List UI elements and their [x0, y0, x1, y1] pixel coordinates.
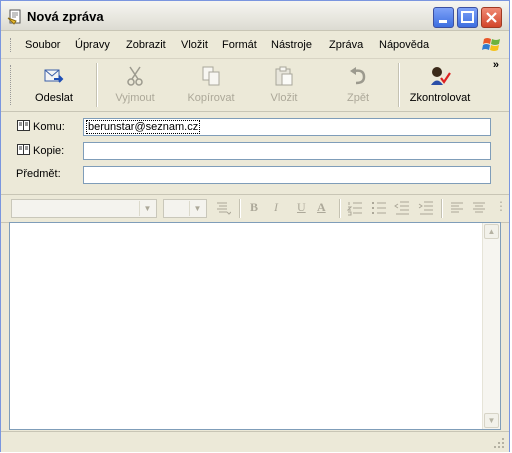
- align-center-icon[interactable]: [471, 200, 487, 216]
- bold-button[interactable]: B: [250, 200, 258, 215]
- numbered-list-icon[interactable]: [347, 200, 363, 216]
- close-icon: [486, 12, 497, 23]
- message-window: Nová zpráva Soubor Úpravy Zobrazit Vloži…: [0, 0, 510, 452]
- cc-label: Kopie:: [33, 145, 65, 157]
- scroll-down-icon[interactable]: ▼: [484, 413, 499, 428]
- format-separator: [441, 199, 443, 218]
- toolbar-grip: [10, 65, 14, 105]
- to-row: Komu: berunstar@seznam.cz: [1, 117, 509, 137]
- check-names-icon: [431, 67, 451, 85]
- cc-button[interactable]: Kopie:: [17, 144, 64, 157]
- copy-icon: [202, 66, 220, 86]
- formatting-toolbar: ▼ ▼ B I U A ⋮: [1, 194, 509, 223]
- underline-button[interactable]: U: [297, 200, 306, 215]
- maximize-icon: [461, 11, 474, 23]
- menu-format[interactable]: Formát: [222, 39, 257, 51]
- toolbar-separator: [398, 63, 400, 107]
- to-button[interactable]: Komu:: [17, 120, 65, 133]
- check-names-label: Zkontrolovat: [409, 92, 471, 104]
- font-select[interactable]: ▼: [11, 199, 157, 218]
- to-value: berunstar@seznam.cz: [86, 120, 201, 134]
- toolbar-separator: [96, 63, 98, 107]
- to-input[interactable]: berunstar@seznam.cz: [83, 118, 491, 136]
- undo-label: Zpět: [346, 92, 369, 104]
- cut-label: Vyjmout: [115, 92, 155, 104]
- window-title: Nová zpráva: [27, 9, 104, 24]
- italic-button[interactable]: I: [274, 200, 278, 215]
- menu-soubor[interactable]: Soubor: [25, 39, 60, 51]
- format-separator: [239, 199, 241, 218]
- message-body-editor[interactable]: ▲ ▼: [9, 222, 501, 430]
- toolbar: Odeslat Vyjmout Kopírovat Vložit Zpět Zk…: [1, 59, 509, 112]
- copy-label: Kopírovat: [187, 92, 235, 104]
- scissors-icon: [127, 66, 143, 86]
- to-label: Komu:: [33, 121, 65, 133]
- address-book-icon: [17, 144, 30, 155]
- close-button[interactable]: [481, 7, 502, 28]
- menu-upravy[interactable]: Úpravy: [75, 39, 110, 51]
- menubar-grip: [10, 38, 14, 52]
- paste-label: Vložit: [270, 92, 298, 104]
- copy-button[interactable]: Kopírovat: [181, 62, 241, 108]
- send-icon: [44, 69, 64, 83]
- send-button[interactable]: Odeslat: [25, 62, 83, 108]
- resize-grip-icon[interactable]: [493, 437, 505, 449]
- font-color-button[interactable]: A: [317, 200, 326, 215]
- minimize-button[interactable]: [433, 7, 454, 28]
- title-bar[interactable]: Nová zpráva: [1, 1, 509, 31]
- cut-button[interactable]: Vyjmout: [107, 62, 163, 108]
- align-left-icon[interactable]: [449, 200, 465, 216]
- menu-nastroje[interactable]: Nástroje: [271, 39, 312, 51]
- maximize-button[interactable]: [457, 7, 478, 28]
- chevron-down-icon: ▼: [189, 201, 205, 216]
- menu-vlozit[interactable]: Vložit: [181, 39, 208, 51]
- decrease-indent-icon[interactable]: [394, 200, 410, 216]
- menu-zprava[interactable]: Zpráva: [329, 39, 363, 51]
- address-book-icon: [17, 120, 30, 131]
- minimize-icon: [439, 20, 447, 23]
- cc-input[interactable]: [83, 142, 491, 160]
- windows-logo-icon: [482, 38, 500, 51]
- undo-button[interactable]: Zpět: [333, 62, 383, 108]
- bullet-list-icon[interactable]: [371, 200, 387, 216]
- undo-icon: [350, 67, 366, 85]
- check-names-button[interactable]: Zkontrolovat: [405, 62, 475, 108]
- send-label: Odeslat: [35, 92, 73, 104]
- subject-input[interactable]: [83, 166, 491, 184]
- chevron-down-icon: ▼: [139, 201, 155, 216]
- toolbar-overflow-chevron[interactable]: »: [493, 59, 499, 71]
- paste-button[interactable]: Vložit: [259, 62, 309, 108]
- paste-icon: [275, 66, 293, 86]
- format-overflow-icon[interactable]: ⋮: [495, 199, 507, 213]
- new-message-icon: [7, 9, 21, 25]
- menu-bar: Soubor Úpravy Zobrazit Vložit Formát Nás…: [1, 32, 509, 59]
- cc-row: Kopie:: [1, 141, 509, 161]
- subject-row: Předmět:: [1, 165, 509, 185]
- status-bar: [1, 431, 509, 452]
- font-size-select[interactable]: ▼: [163, 199, 207, 218]
- address-fields: Komu: berunstar@seznam.cz Kopie: Předmět…: [1, 112, 509, 192]
- increase-indent-icon[interactable]: [418, 200, 434, 216]
- vertical-scrollbar[interactable]: ▲ ▼: [482, 223, 500, 429]
- scroll-up-icon[interactable]: ▲: [484, 224, 499, 239]
- menu-napoveda[interactable]: Nápověda: [379, 39, 429, 51]
- format-separator: [339, 199, 341, 218]
- subject-label: Předmět:: [16, 168, 61, 180]
- menu-zobrazit[interactable]: Zobrazit: [126, 39, 166, 51]
- paragraph-style-icon[interactable]: [215, 200, 231, 216]
